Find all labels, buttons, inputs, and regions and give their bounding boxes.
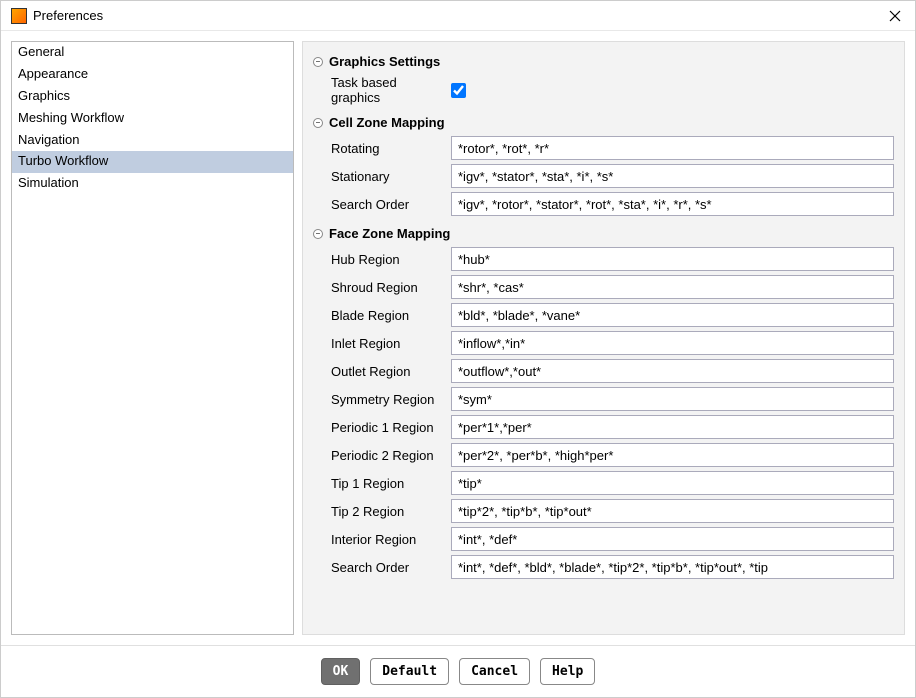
tip1-region-input[interactable] [451,471,894,495]
periodic2-region-row: Periodic 2 Region [313,441,894,469]
rotating-row: Rotating [313,134,894,162]
interior-region-row: Interior Region [313,525,894,553]
shroud-region-row: Shroud Region [313,273,894,301]
periodic1-region-row: Periodic 1 Region [313,413,894,441]
inlet-region-label: Inlet Region [331,336,443,351]
section-title: Cell Zone Mapping [329,115,445,130]
face-zone-mapping-header[interactable]: – Face Zone Mapping [313,222,894,245]
app-icon [11,8,27,24]
symmetry-region-input[interactable] [451,387,894,411]
face-search-order-row: Search Order [313,553,894,581]
sidebar-item-graphics[interactable]: Graphics [12,86,293,108]
sidebar-item-general[interactable]: General [12,42,293,64]
window-title: Preferences [33,8,103,23]
cell-search-order-row: Search Order [313,190,894,218]
sidebar-item-simulation[interactable]: Simulation [12,173,293,195]
stationary-row: Stationary [313,162,894,190]
symmetry-region-label: Symmetry Region [331,392,443,407]
tip1-region-label: Tip 1 Region [331,476,443,491]
task-based-graphics-checkbox[interactable] [451,83,466,98]
inlet-region-row: Inlet Region [313,329,894,357]
task-based-graphics-label: Task based graphics [331,75,443,105]
collapse-icon: – [313,118,323,128]
interior-region-label: Interior Region [331,532,443,547]
help-button[interactable]: Help [540,658,595,685]
collapse-icon: – [313,229,323,239]
hub-region-label: Hub Region [331,252,443,267]
periodic2-region-label: Periodic 2 Region [331,448,443,463]
tip2-region-input[interactable] [451,499,894,523]
preferences-window: Preferences General Appearance Graphics … [0,0,916,698]
stationary-label: Stationary [331,169,443,184]
ok-button[interactable]: OK [321,658,361,685]
blade-region-input[interactable] [451,303,894,327]
shroud-region-input[interactable] [451,275,894,299]
titlebar-left: Preferences [11,8,103,24]
inlet-region-input[interactable] [451,331,894,355]
cancel-button[interactable]: Cancel [459,658,530,685]
periodic2-region-input[interactable] [451,443,894,467]
graphics-settings-header[interactable]: – Graphics Settings [313,50,894,73]
outlet-region-input[interactable] [451,359,894,383]
blade-region-label: Blade Region [331,308,443,323]
graphics-settings-section: – Graphics Settings Task based graphics [313,50,894,107]
sidebar-item-meshing-workflow[interactable]: Meshing Workflow [12,108,293,130]
collapse-icon: – [313,57,323,67]
content-panel: – Graphics Settings Task based graphics … [302,41,905,635]
sidebar-item-turbo-workflow[interactable]: Turbo Workflow [12,151,293,173]
cell-search-order-label: Search Order [331,197,443,212]
outlet-region-label: Outlet Region [331,364,443,379]
cell-zone-mapping-header[interactable]: – Cell Zone Mapping [313,111,894,134]
section-title: Graphics Settings [329,54,440,69]
face-zone-mapping-section: – Face Zone Mapping Hub Region Shroud Re… [313,222,894,581]
blade-region-row: Blade Region [313,301,894,329]
category-sidebar: General Appearance Graphics Meshing Work… [11,41,294,635]
outlet-region-row: Outlet Region [313,357,894,385]
hub-region-row: Hub Region [313,245,894,273]
tip1-region-row: Tip 1 Region [313,469,894,497]
symmetry-region-row: Symmetry Region [313,385,894,413]
face-search-order-label: Search Order [331,560,443,575]
sidebar-item-navigation[interactable]: Navigation [12,130,293,152]
default-button[interactable]: Default [370,658,449,685]
rotating-label: Rotating [331,141,443,156]
interior-region-input[interactable] [451,527,894,551]
cell-search-order-input[interactable] [451,192,894,216]
hub-region-input[interactable] [451,247,894,271]
dialog-footer: OK Default Cancel Help [1,645,915,697]
dialog-body: General Appearance Graphics Meshing Work… [1,31,915,645]
section-title: Face Zone Mapping [329,226,450,241]
periodic1-region-input[interactable] [451,415,894,439]
close-icon [889,10,901,22]
cell-zone-mapping-section: – Cell Zone Mapping Rotating Stationary … [313,111,894,218]
task-based-graphics-row: Task based graphics [313,73,894,107]
rotating-input[interactable] [451,136,894,160]
close-button[interactable] [885,6,905,26]
face-search-order-input[interactable] [451,555,894,579]
tip2-region-label: Tip 2 Region [331,504,443,519]
titlebar: Preferences [1,1,915,31]
shroud-region-label: Shroud Region [331,280,443,295]
stationary-input[interactable] [451,164,894,188]
tip2-region-row: Tip 2 Region [313,497,894,525]
sidebar-item-appearance[interactable]: Appearance [12,64,293,86]
periodic1-region-label: Periodic 1 Region [331,420,443,435]
